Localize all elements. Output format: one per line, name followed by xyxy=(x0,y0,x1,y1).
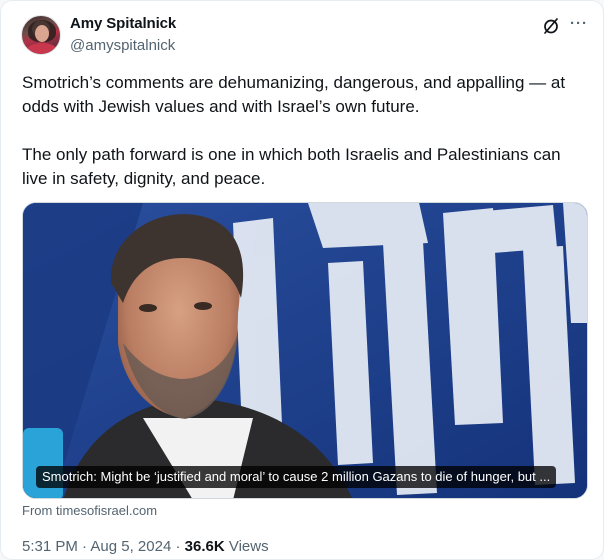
tweet-time[interactable]: 5:31 PM xyxy=(22,538,78,555)
avatar-body xyxy=(26,43,58,54)
grok-icon[interactable] xyxy=(542,17,560,35)
news-photo xyxy=(23,203,587,498)
tweet-meta: 5:31 PM · Aug 5, 2024 · 36.6K Views xyxy=(22,538,269,555)
tweet-text: Smotrich’s comments are dehumanizing, da… xyxy=(22,71,587,215)
tweet-date[interactable]: Aug 5, 2024 xyxy=(90,538,171,555)
author-handle[interactable]: @amyspitalnick xyxy=(70,37,175,54)
tweet-card: Amy Spitalnick @amyspitalnick ··· Smotri… xyxy=(0,0,604,560)
meta-separator: · xyxy=(171,538,185,555)
more-options-icon[interactable]: ··· xyxy=(568,15,590,32)
meta-separator: · xyxy=(77,538,91,555)
avatar-face xyxy=(35,25,49,42)
views-label: Views xyxy=(224,538,269,555)
tweet-paragraph: The only path forward is one in which bo… xyxy=(22,145,561,188)
views-count[interactable]: 36.6K xyxy=(185,538,225,555)
author-name[interactable]: Amy Spitalnick xyxy=(70,15,176,32)
link-card-image[interactable]: Smotrich: Might be ‘justified and moral’… xyxy=(22,202,588,499)
link-source[interactable]: From timesofisrael.com xyxy=(22,503,157,518)
avatar[interactable] xyxy=(21,15,61,55)
tweet-paragraph: Smotrich’s comments are dehumanizing, da… xyxy=(22,73,566,116)
link-card-caption: Smotrich: Might be ‘justified and moral’… xyxy=(36,466,557,488)
